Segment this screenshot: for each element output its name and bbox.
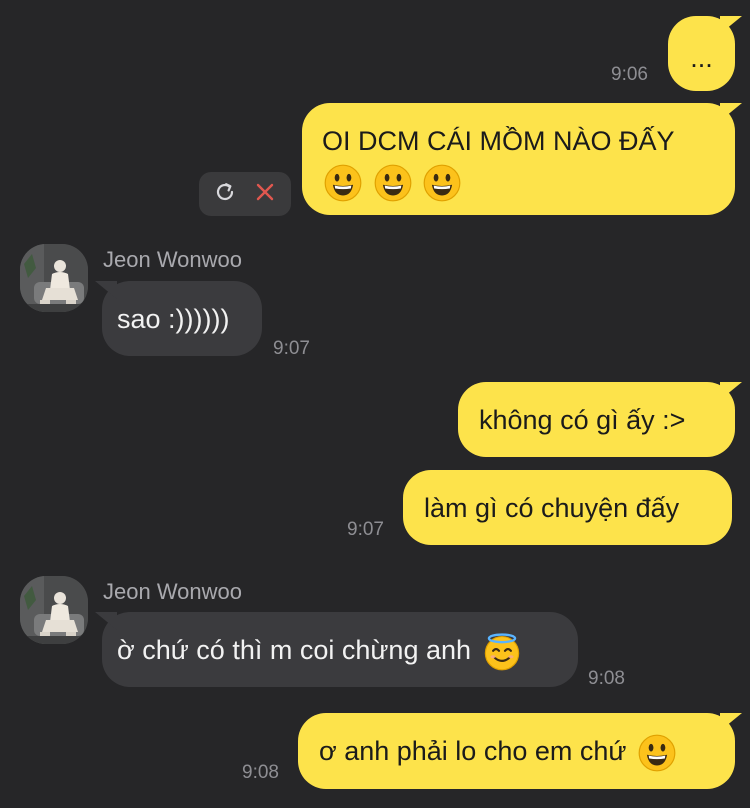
- delete-button[interactable]: [248, 177, 282, 211]
- message-text: OI DCM CÁI MỒM NÀO ĐẤY: [322, 126, 675, 156]
- message-text: làm gì có chuyện đấy: [424, 493, 680, 523]
- avatar[interactable]: [20, 244, 88, 312]
- message-time: 9:08: [242, 762, 279, 783]
- message-text: ơ anh phải lo cho em chứ: [319, 736, 627, 766]
- smiling-face-with-halo-emoji: [483, 633, 521, 671]
- message-text: ờ chứ có thì m coi chừng anh: [117, 635, 472, 665]
- message-bubble-outgoing[interactable]: ơ anh phải lo cho em chứ: [298, 713, 735, 789]
- sender-name: Jeon Wonwoo: [103, 247, 243, 272]
- grinning-face-emoji: [423, 164, 461, 202]
- retry-button[interactable]: [208, 177, 242, 211]
- message-time: 9:06: [611, 64, 648, 85]
- message-bubble-outgoing[interactable]: làm gì có chuyện đấy: [403, 470, 732, 545]
- close-icon: [254, 181, 276, 208]
- retry-icon: [213, 180, 237, 209]
- message-time: 9:07: [273, 338, 310, 359]
- message-text: sao :)))))): [117, 304, 230, 334]
- message-text: không có gì ấy :>: [479, 405, 686, 435]
- message-time: 9:07: [347, 519, 384, 540]
- message-time: 9:08: [588, 668, 625, 689]
- failed-message-actions: [199, 172, 291, 216]
- message-bubble-outgoing[interactable]: không có gì ấy :>: [458, 382, 735, 457]
- message-bubble-outgoing[interactable]: OI DCM CÁI MỒM NÀO ĐẤY: [302, 103, 735, 215]
- sender-name: Jeon Wonwoo: [103, 579, 243, 604]
- chat-thread[interactable]: 9:06 ... OI DCM CÁI MỒM NÀO ĐẤY Jeon Won…: [0, 0, 750, 808]
- message-bubble-incoming[interactable]: ờ chứ có thì m coi chừng anh: [102, 612, 578, 687]
- grinning-face-emoji: [324, 164, 362, 202]
- avatar[interactable]: [20, 576, 88, 644]
- message-bubble-incoming[interactable]: sao :)))))): [102, 281, 262, 356]
- message-text: ...: [690, 43, 713, 73]
- grinning-face-emoji: [638, 734, 676, 772]
- grinning-face-emoji: [374, 164, 412, 202]
- message-bubble-outgoing[interactable]: ...: [668, 16, 735, 91]
